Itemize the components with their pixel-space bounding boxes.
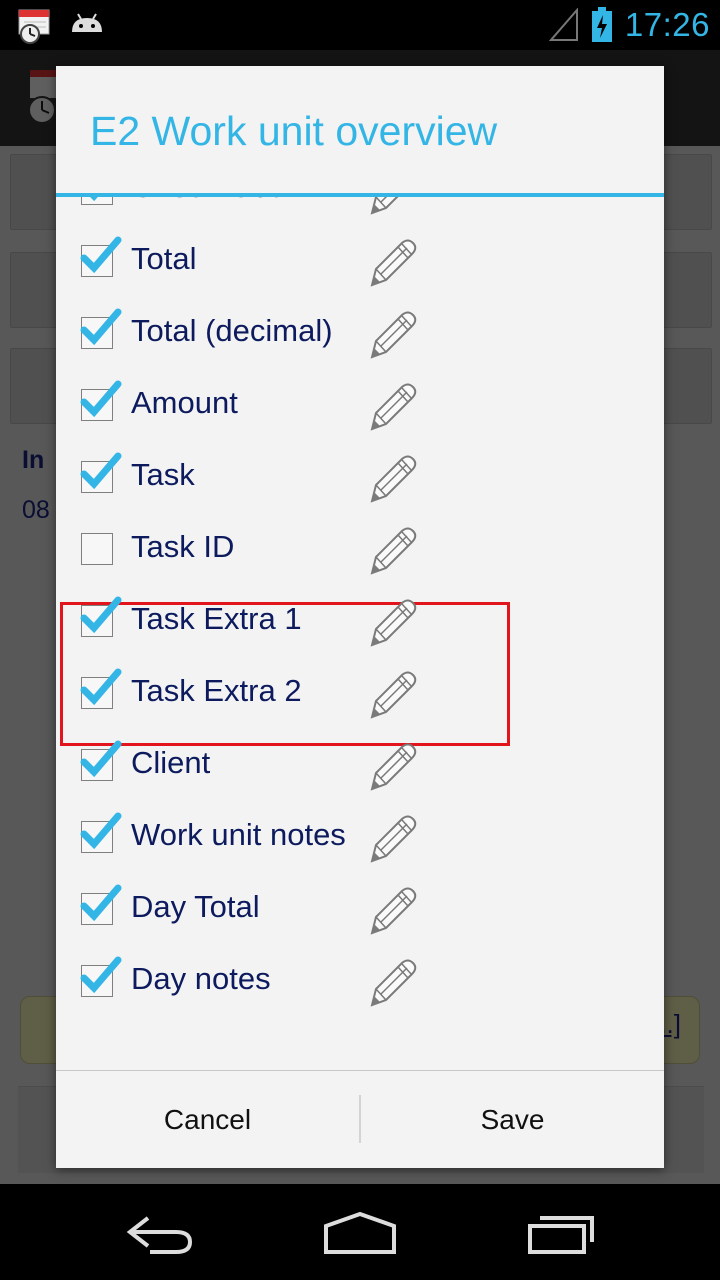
column-list-item-label: Task <box>131 457 195 492</box>
check-icon <box>90 197 98 202</box>
pencil-edit-icon[interactable] <box>364 449 422 507</box>
pencil-edit-icon[interactable] <box>364 881 422 939</box>
checkbox-checked[interactable] <box>80 236 122 277</box>
pencil-edit-icon[interactable] <box>364 809 422 867</box>
column-list-item[interactable]: Task Extra 2 <box>56 661 664 733</box>
pencil-edit-icon[interactable] <box>364 521 422 579</box>
column-list-item[interactable]: Day notes <box>56 949 664 1021</box>
checkbox-checked[interactable] <box>80 956 122 997</box>
pencil-edit-icon[interactable] <box>364 305 422 363</box>
pencil-edit-icon[interactable] <box>364 665 422 723</box>
back-icon[interactable] <box>120 1204 200 1260</box>
column-list-item[interactable]: Check-Out <box>56 197 664 229</box>
column-list-item[interactable]: Total <box>56 229 664 301</box>
checkbox-checked[interactable] <box>80 380 122 421</box>
calendar-clock-app-icon <box>18 9 50 44</box>
check-icon <box>80 596 122 634</box>
column-list-item[interactable]: Amount <box>56 373 664 445</box>
dialog-title: E2 Work unit overview <box>90 108 498 154</box>
checkbox-checked[interactable] <box>80 452 122 493</box>
column-list-item-label: Day Total <box>131 889 260 924</box>
pencil-edit-icon[interactable] <box>364 593 422 651</box>
check-icon <box>80 812 122 850</box>
checkbox-checked[interactable] <box>80 740 122 781</box>
check-icon <box>80 956 122 994</box>
work-unit-overview-dialog: E2 Work unit overview Check-Out Total Tota… <box>56 66 664 1168</box>
signal-icon <box>548 8 578 41</box>
column-list-item-label: Client <box>131 745 211 780</box>
pencil-edit-icon[interactable] <box>364 377 422 435</box>
cancel-button[interactable]: Cancel <box>56 1071 359 1168</box>
checkbox-checked[interactable] <box>80 308 122 349</box>
column-list-item-label: Task Extra 1 <box>131 601 302 636</box>
column-list-item[interactable]: Task <box>56 445 664 517</box>
column-list-item[interactable]: Work unit notes <box>56 805 664 877</box>
column-list-item[interactable]: Task ID <box>56 517 664 589</box>
checkbox-checked[interactable] <box>80 884 122 925</box>
column-list-item-label: Total <box>131 241 197 276</box>
column-list-item-label: Total (decimal) <box>131 313 333 348</box>
column-list-item-label: Work unit notes <box>131 817 346 852</box>
check-icon <box>80 380 122 418</box>
check-icon <box>80 740 122 778</box>
checkbox-unchecked[interactable] <box>81 533 113 565</box>
pencil-edit-icon[interactable] <box>364 233 422 291</box>
status-bar: 17:26 <box>0 0 720 50</box>
pencil-edit-icon[interactable] <box>364 737 422 795</box>
column-list-item-label: Amount <box>131 385 238 420</box>
column-list-item-label: Check-Out <box>131 197 279 205</box>
check-icon <box>80 452 122 490</box>
checkbox-checked[interactable] <box>80 812 122 853</box>
check-icon <box>80 668 122 706</box>
column-list-item[interactable]: Client <box>56 733 664 805</box>
home-icon[interactable] <box>320 1204 400 1260</box>
dialog-footer: Cancel Save <box>56 1071 664 1168</box>
status-time: 17:26 <box>624 6 710 43</box>
checkbox-checked[interactable] <box>80 596 122 637</box>
check-icon <box>80 308 122 346</box>
check-icon <box>80 884 122 922</box>
pencil-edit-icon[interactable] <box>364 197 422 219</box>
check-icon <box>80 236 122 274</box>
column-list-item-label: Task Extra 2 <box>131 673 302 708</box>
column-list-item[interactable]: Total (decimal) <box>56 301 664 373</box>
column-list[interactable]: Check-Out Total Total (decimal) Amount Task T… <box>56 197 664 1069</box>
navigation-bar <box>0 1184 720 1280</box>
battery-charging-icon <box>591 7 612 42</box>
android-icon <box>72 13 102 32</box>
column-list-item[interactable]: Day Total <box>56 877 664 949</box>
checkbox-checked[interactable] <box>80 668 122 709</box>
recents-icon[interactable] <box>520 1204 600 1260</box>
column-list-item-label: Task ID <box>131 529 235 564</box>
save-button[interactable]: Save <box>361 1071 664 1168</box>
column-list-item[interactable]: Task Extra 1 <box>56 589 664 661</box>
pencil-edit-icon[interactable] <box>364 953 422 1011</box>
column-list-item-label: Day notes <box>131 961 271 996</box>
checkbox-checked[interactable] <box>81 197 113 205</box>
